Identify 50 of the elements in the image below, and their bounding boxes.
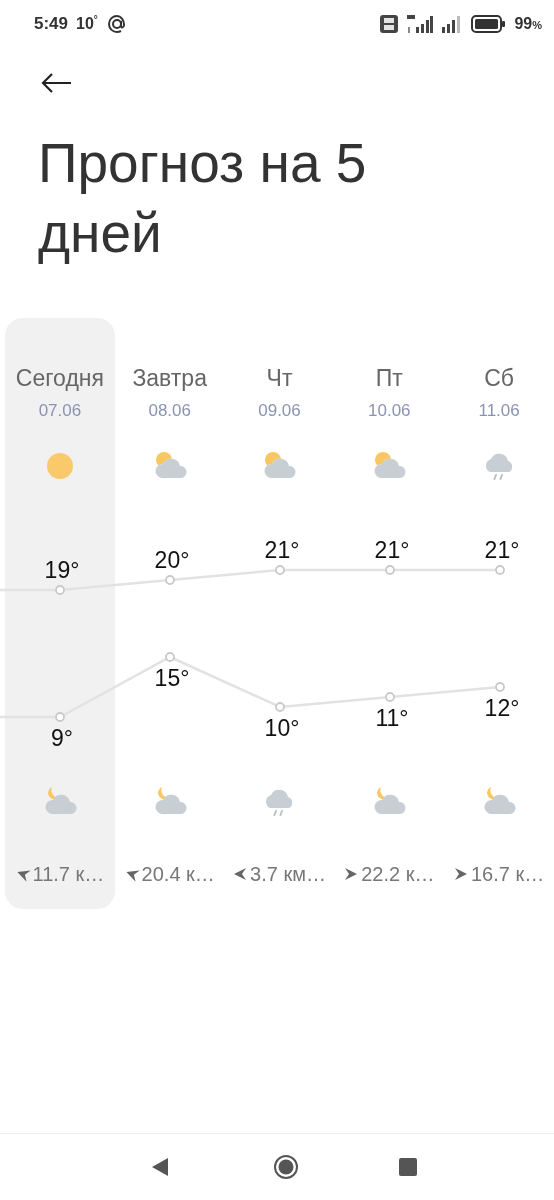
- temperature-label: 12°: [484, 695, 520, 721]
- email-icon: [105, 13, 128, 35]
- temperature-label: 11°: [375, 705, 409, 731]
- temperature-label: 10°: [264, 715, 300, 741]
- day-date: 09.06: [258, 400, 301, 422]
- day-name: Чт: [266, 364, 293, 393]
- temperature-label: 21°: [374, 537, 410, 563]
- battery-level: 99%: [514, 15, 542, 33]
- data-point: [165, 575, 175, 585]
- day-name: Сб: [484, 364, 514, 393]
- data-point: [55, 585, 65, 595]
- data-point: [55, 712, 65, 722]
- temperature-indicator: 10$^{°}$: [76, 14, 98, 34]
- temperature-label: 20°: [154, 547, 190, 573]
- day-date: 10.06: [368, 400, 411, 422]
- wind-speed: 3.7 км…: [250, 862, 326, 886]
- temperature-label: 21°: [484, 537, 520, 563]
- wind-arrow-icon: [233, 867, 248, 881]
- signal-icon: [442, 14, 463, 34]
- clock-time: 5:49: [34, 14, 69, 34]
- data-point: [495, 565, 505, 575]
- back-arrow-icon[interactable]: [40, 72, 72, 94]
- temperature-label: 21°: [264, 537, 300, 563]
- temperature-label: 9°: [51, 725, 73, 751]
- day-name: Завтра: [132, 364, 207, 393]
- day-date: 07.06: [38, 400, 82, 422]
- home-icon[interactable]: [273, 1154, 299, 1180]
- data-point: [275, 702, 285, 712]
- signal-icon: [407, 14, 434, 34]
- wind-speed: 20.4 к…: [141, 862, 215, 886]
- wind-speed: 11.7 к…: [32, 862, 105, 886]
- wind-speed: 22.2 к…: [361, 862, 435, 886]
- day-name: Пт: [375, 364, 403, 393]
- day-date: 08.06: [148, 400, 191, 422]
- wind-arrow-icon: [453, 867, 468, 881]
- temperature-label: 19°: [44, 557, 80, 583]
- temperature-label: 15°: [154, 665, 190, 691]
- back-icon[interactable]: [151, 1157, 169, 1177]
- data-point: [165, 652, 175, 662]
- day-date: 11.06: [478, 400, 520, 422]
- page-title: Прогноз на 5 дней: [38, 131, 368, 266]
- wind-speed: 16.7 к…: [470, 862, 545, 886]
- data-point: [385, 692, 395, 702]
- data-point: [385, 565, 395, 575]
- data-point: [275, 565, 285, 575]
- battery-icon: [471, 15, 506, 33]
- day-name: Сегодня: [15, 364, 104, 393]
- data-point: [495, 682, 505, 692]
- volte-icon: [380, 15, 399, 33]
- wind-arrow-icon: [344, 867, 359, 881]
